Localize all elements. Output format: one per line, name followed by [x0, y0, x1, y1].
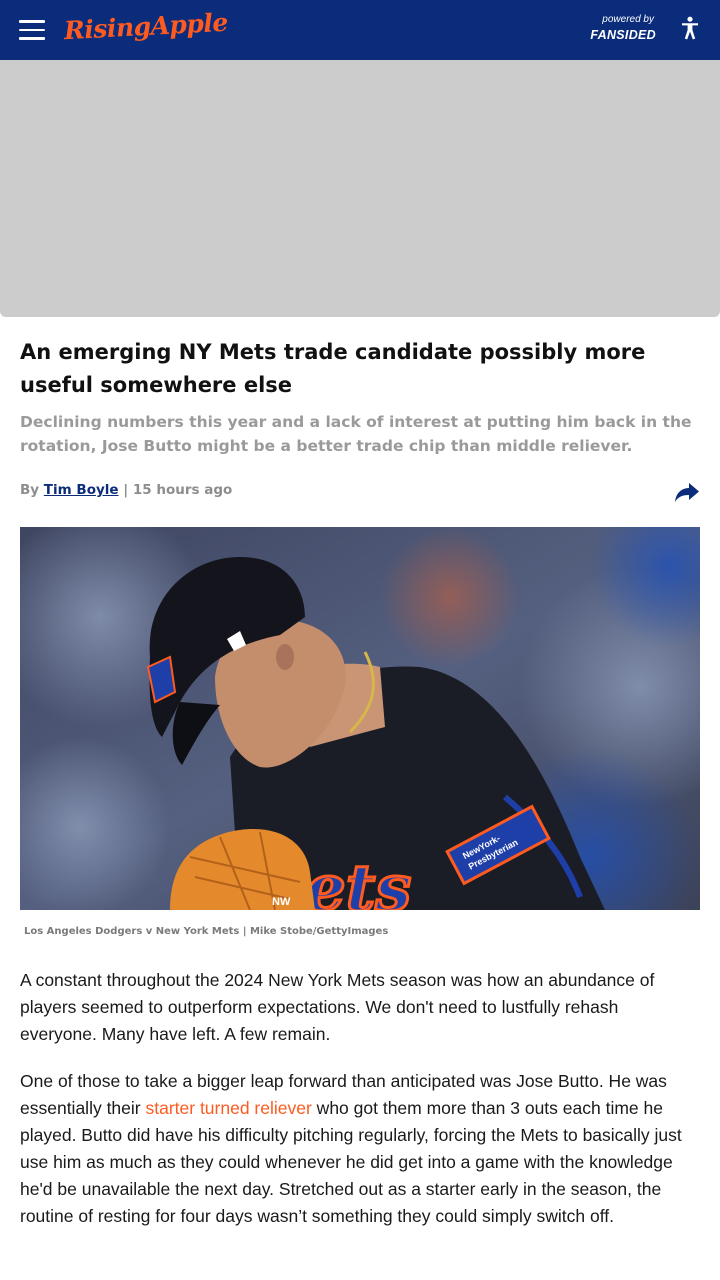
- byline-prefix: By: [20, 482, 40, 498]
- starter-turned-reliever-link[interactable]: starter turned reliever: [145, 1098, 311, 1118]
- ad-placeholder: [0, 60, 720, 317]
- article-dek: Declining numbers this year and a lack o…: [20, 413, 692, 455]
- article-headline: An emerging NY Mets trade candidate poss…: [20, 340, 646, 397]
- publish-time: 15 hours ago: [132, 482, 233, 498]
- accessibility-icon[interactable]: [681, 16, 699, 40]
- article-paragraph-2: One of those to take a bigger leap forwa…: [20, 1068, 700, 1230]
- powered-by-fansided[interactable]: powered by FANSIDED: [590, 15, 656, 43]
- image-caption: Los Angeles Dodgers v New York Mets | Mi…: [24, 926, 389, 937]
- share-icon[interactable]: [674, 480, 700, 504]
- byline-separator: |: [123, 482, 129, 498]
- powered-by-label: powered by: [602, 14, 654, 25]
- fansided-logo: FANSIDED: [590, 28, 656, 42]
- jersey-script: ets: [305, 851, 411, 910]
- author-link[interactable]: Tim Boyle: [44, 482, 119, 498]
- menu-icon[interactable]: [19, 20, 45, 40]
- pitcher-photo: NewYork- Presbyterian ets NW: [20, 527, 700, 910]
- article-paragraph-1: A constant throughout the 2024 New York …: [20, 970, 655, 1044]
- featured-image[interactable]: NewYork- Presbyterian ets NW: [20, 527, 700, 910]
- site-logo[interactable]: RisingApple: [63, 8, 228, 46]
- glove-text: NW: [272, 896, 291, 908]
- site-header: RisingApple powered by FANSIDED: [0, 0, 720, 60]
- byline: By Tim Boyle | 15 hours ago: [20, 482, 232, 504]
